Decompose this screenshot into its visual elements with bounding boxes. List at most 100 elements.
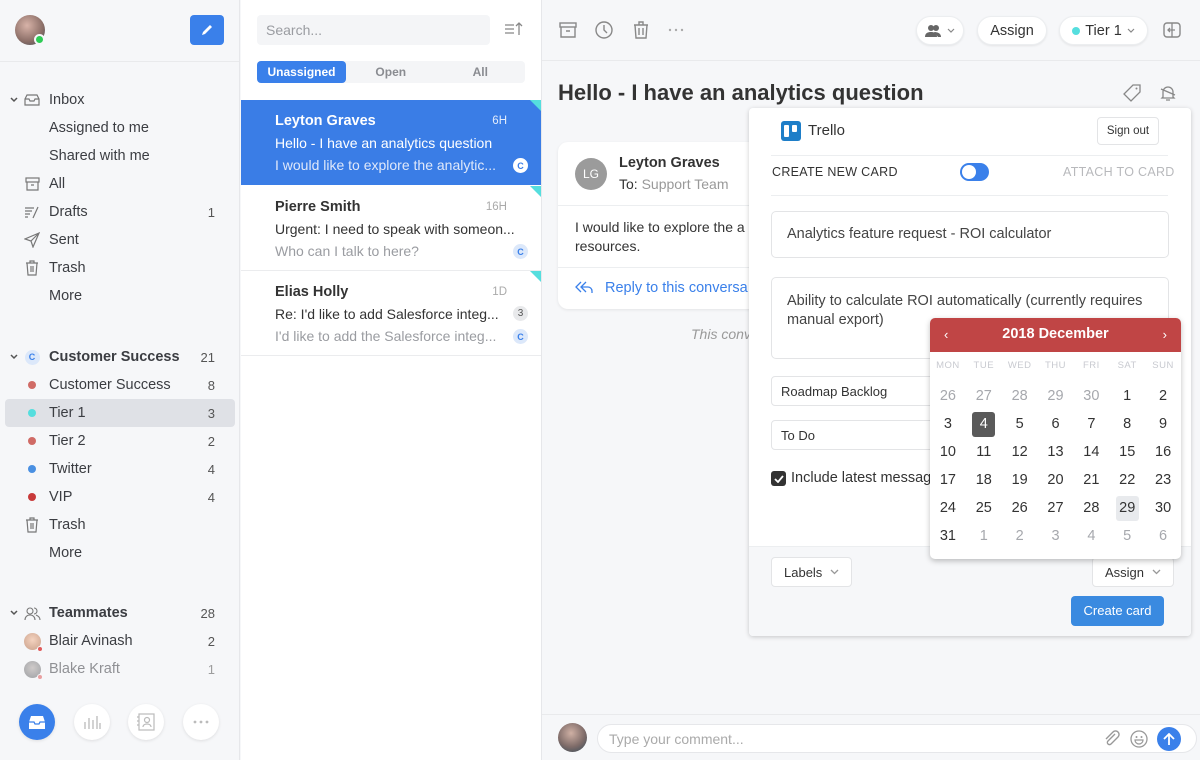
attachment-icon[interactable] <box>1103 730 1121 748</box>
followers-button[interactable] <box>916 16 964 45</box>
sidebar-item-more[interactable]: More <box>0 282 239 310</box>
include-latest-checkbox[interactable] <box>771 471 786 486</box>
calendar-day[interactable]: 26 <box>1002 494 1038 522</box>
calendar-day[interactable]: 24 <box>930 494 966 522</box>
calendar-day[interactable]: 30 <box>1073 382 1109 410</box>
calendar-day[interactable]: 21 <box>1073 466 1109 494</box>
sidebar-item-tier-1[interactable]: Tier 1 3 <box>5 399 235 427</box>
next-month-button[interactable]: › <box>1163 327 1167 342</box>
sidebar-item-sent[interactable]: Sent <box>0 226 239 254</box>
calendar-day[interactable]: 30 <box>1145 494 1181 522</box>
sidebar-item-assigned-to-me[interactable]: Assigned to me <box>0 114 239 142</box>
calendar-day[interactable]: 10 <box>930 438 966 466</box>
calendar-day[interactable]: 27 <box>1038 494 1074 522</box>
conversation-item[interactable]: Leyton Graves 6H Hello - I have an analy… <box>241 100 541 185</box>
calendar-day[interactable]: 1 <box>1109 382 1145 410</box>
sidebar-item-vip[interactable]: VIP 4 <box>0 483 239 511</box>
assign-button[interactable]: Assign <box>977 16 1047 45</box>
calendar-day[interactable]: 8 <box>1109 410 1145 438</box>
emoji-icon[interactable] <box>1130 730 1148 748</box>
create-card-button[interactable]: Create card <box>1071 596 1164 626</box>
calendar-day[interactable]: 12 <box>1002 438 1038 466</box>
calendar-day[interactable]: 15 <box>1109 438 1145 466</box>
tag-dropdown[interactable]: Tier 1 <box>1059 16 1148 45</box>
chevron-down-icon[interactable] <box>9 608 19 618</box>
sidebar-item-team-trash[interactable]: Trash <box>0 511 239 539</box>
sidebar-item-twitter[interactable]: Twitter 4 <box>0 455 239 483</box>
sidebar-section-inbox[interactable]: Inbox <box>0 86 239 114</box>
sidebar-item-all[interactable]: All <box>0 170 239 198</box>
calendar-day[interactable]: 18 <box>966 466 1002 494</box>
tag-icon[interactable] <box>1123 84 1141 102</box>
calendar-day[interactable]: 14 <box>1073 438 1109 466</box>
calendar-day[interactable]: 3 <box>1038 522 1074 550</box>
calendar-day[interactable]: 6 <box>1038 410 1074 438</box>
chevron-down-icon[interactable] <box>9 352 19 362</box>
compose-button[interactable] <box>190 15 224 45</box>
calendar-day[interactable]: 19 <box>1002 466 1038 494</box>
sidebar-item-customer-success[interactable]: Customer Success 8 <box>0 371 239 399</box>
nav-contacts-button[interactable] <box>128 704 164 740</box>
calendar-day[interactable]: 3 <box>930 410 966 438</box>
sidebar-item-shared-with-me[interactable]: Shared with me <box>0 142 239 170</box>
calendar-day[interactable]: 5 <box>1109 522 1145 550</box>
calendar-day[interactable]: 9 <box>1145 410 1181 438</box>
toggle-sidebar-icon[interactable] <box>1162 20 1182 40</box>
sidebar-section-customer-success[interactable]: C Customer Success 21 <box>0 343 239 371</box>
labels-dropdown[interactable]: Labels <box>771 557 853 587</box>
assign-dropdown[interactable]: Assign <box>1092 557 1175 587</box>
calendar-day[interactable]: 1 <box>966 522 1002 550</box>
sign-out-button[interactable]: Sign out <box>1097 117 1159 145</box>
card-title-input[interactable]: Analytics feature request - ROI calculat… <box>771 211 1169 258</box>
sort-icon[interactable] <box>504 21 524 37</box>
calendar-day-selected[interactable]: 4 <box>966 410 1002 438</box>
calendar-day[interactable]: 28 <box>1073 494 1109 522</box>
sidebar-item-team-more[interactable]: More <box>0 539 239 567</box>
sidebar-item-drafts[interactable]: Drafts 1 <box>0 198 239 226</box>
calendar-day-today[interactable]: 29 <box>1109 494 1145 522</box>
calendar-day[interactable]: 20 <box>1038 466 1074 494</box>
calendar-day[interactable]: 2 <box>1145 382 1181 410</box>
attach-to-card-option[interactable]: ATTACH TO CARD <box>1063 165 1175 179</box>
calendar-day[interactable]: 5 <box>1002 410 1038 438</box>
nav-more-button[interactable] <box>183 704 219 740</box>
sidebar-item-teammate[interactable]: Blair Avinash 2 <box>0 627 239 655</box>
snooze-clock-icon[interactable] <box>594 20 614 40</box>
tab-unassigned[interactable]: Unassigned <box>257 61 346 83</box>
trash-icon[interactable] <box>631 20 651 40</box>
mute-bell-icon[interactable] <box>1159 84 1177 102</box>
calendar-day[interactable]: 23 <box>1145 466 1181 494</box>
calendar-day[interactable]: 6 <box>1145 522 1181 550</box>
calendar-day[interactable]: 27 <box>966 382 1002 410</box>
calendar-day[interactable]: 31 <box>930 522 966 550</box>
conversation-item[interactable]: Pierre Smith 16H Urgent: I need to speak… <box>241 186 541 271</box>
sidebar-section-teammates[interactable]: Teammates 28 <box>0 599 239 627</box>
calendar-day[interactable]: 2 <box>1002 522 1038 550</box>
calendar-day[interactable]: 4 <box>1073 522 1109 550</box>
nav-analytics-button[interactable] <box>74 704 110 740</box>
calendar-day[interactable]: 16 <box>1145 438 1181 466</box>
nav-inbox-button[interactable] <box>19 704 55 740</box>
send-button[interactable] <box>1157 727 1181 751</box>
sidebar-item-trash[interactable]: Trash <box>0 254 239 282</box>
more-icon[interactable] <box>666 20 686 40</box>
search-input[interactable]: Search... <box>257 15 490 45</box>
tab-all[interactable]: All <box>436 61 526 83</box>
reply-link[interactable]: Reply to this conversa <box>575 280 748 296</box>
sidebar-item-teammate[interactable]: Blake Kraft 1 <box>0 655 239 683</box>
calendar-day[interactable]: 28 <box>1002 382 1038 410</box>
archive-icon[interactable] <box>558 20 578 40</box>
calendar-day[interactable]: 13 <box>1038 438 1074 466</box>
tab-open[interactable]: Open <box>346 61 436 83</box>
calendar-day[interactable]: 25 <box>966 494 1002 522</box>
chevron-down-icon[interactable] <box>9 95 19 105</box>
calendar-day[interactable]: 26 <box>930 382 966 410</box>
calendar-day[interactable]: 22 <box>1109 466 1145 494</box>
calendar-day[interactable]: 17 <box>930 466 966 494</box>
create-new-card-option[interactable]: CREATE NEW CARD <box>772 165 898 179</box>
calendar-day[interactable]: 7 <box>1073 410 1109 438</box>
mode-toggle[interactable] <box>960 163 989 181</box>
calendar-day[interactable]: 11 <box>966 438 1002 466</box>
calendar-day[interactable]: 29 <box>1038 382 1074 410</box>
conversation-item[interactable]: Elias Holly 1D Re: I'd like to add Sales… <box>241 271 541 356</box>
